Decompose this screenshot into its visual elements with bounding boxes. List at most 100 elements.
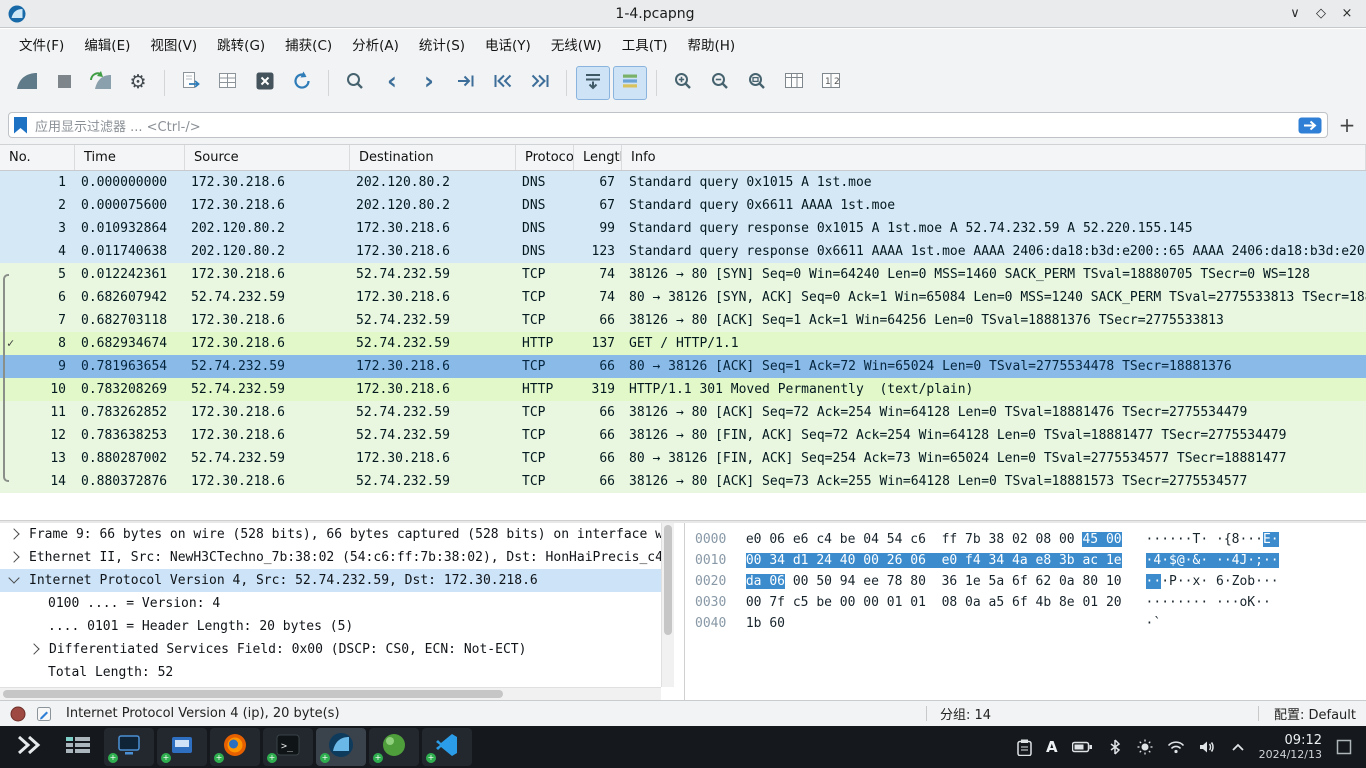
taskbar-app-file-manager[interactable]: + bbox=[157, 728, 207, 766]
detail-line[interactable]: .... 0101 = Header Length: 20 bytes (5) bbox=[0, 615, 674, 638]
zoom-in-button[interactable] bbox=[666, 66, 700, 100]
detail-line[interactable]: Differentiated Services Field: 0x00 (DSC… bbox=[0, 638, 674, 661]
expander-icon[interactable] bbox=[8, 572, 19, 583]
go-to-packet-button[interactable] bbox=[449, 66, 483, 100]
packet-row[interactable]: 80.682934674172.30.218.652.74.232.59HTTP… bbox=[0, 332, 1366, 355]
maximize-button[interactable]: ◇ bbox=[1310, 4, 1332, 24]
filter-bookmark-icon[interactable] bbox=[14, 117, 27, 134]
restart-capture-button[interactable] bbox=[84, 66, 118, 100]
detail-line[interactable]: Internet Protocol Version 4, Src: 52.74.… bbox=[0, 569, 674, 592]
brightness-icon[interactable] bbox=[1137, 739, 1153, 755]
taskbar-app-remote-desktop[interactable]: + bbox=[104, 728, 154, 766]
menu-help[interactable]: 帮助(H) bbox=[678, 30, 744, 58]
hex-row[interactable]: 0000e0 06 e6 c4 be 04 54 c6 ff 7b 38 02 … bbox=[685, 529, 1366, 550]
expander-icon[interactable] bbox=[8, 551, 19, 562]
add-filter-button[interactable]: + bbox=[1336, 114, 1358, 136]
display-filter-input[interactable]: 应用显示过滤器 ... <Ctrl-/> bbox=[8, 112, 1328, 138]
details-vertical-scrollbar[interactable] bbox=[661, 523, 674, 687]
reload-file-button[interactable] bbox=[285, 66, 319, 100]
bluetooth-icon[interactable] bbox=[1107, 739, 1123, 755]
colorize-button[interactable] bbox=[613, 66, 647, 100]
menu-statistics[interactable]: 统计(S) bbox=[410, 30, 474, 58]
last-packet-button[interactable] bbox=[523, 66, 557, 100]
taskbar-clock[interactable]: 09:122024/12/13 bbox=[1259, 733, 1322, 762]
detail-line[interactable]: Ethernet II, Src: NewH3CTechno_7b:38:02 … bbox=[0, 546, 674, 569]
menu-wireless[interactable]: 无线(W) bbox=[542, 30, 611, 58]
detail-line[interactable]: 0100 .... = Version: 4 bbox=[0, 592, 674, 615]
menu-telephony[interactable]: 电话(Y) bbox=[476, 30, 540, 58]
auto-scroll-button[interactable] bbox=[576, 66, 610, 100]
column-header-destination[interactable]: Destination bbox=[350, 145, 516, 170]
column-header-source[interactable]: Source bbox=[185, 145, 350, 170]
packet-row[interactable]: 60.68260794252.74.232.59172.30.218.6TCP7… bbox=[0, 286, 1366, 309]
menu-edit[interactable]: 编辑(E) bbox=[75, 30, 139, 58]
hex-row[interactable]: 001000 34 d1 24 40 00 26 06 e0 f4 34 4a … bbox=[685, 550, 1366, 571]
close-file-button[interactable] bbox=[248, 66, 282, 100]
apply-filter-button[interactable] bbox=[1298, 117, 1322, 134]
detail-line[interactable]: Total Length: 52 bbox=[0, 661, 674, 684]
menu-go[interactable]: 跳转(G) bbox=[208, 30, 274, 58]
wifi-icon[interactable] bbox=[1167, 740, 1185, 754]
packet-row[interactable]: 50.012242361172.30.218.652.74.232.59TCP7… bbox=[0, 263, 1366, 286]
menu-capture[interactable]: 捕获(C) bbox=[276, 30, 341, 58]
packet-row[interactable]: 30.010932864202.120.80.2172.30.218.6DNS9… bbox=[0, 217, 1366, 240]
taskbar-app-terminal[interactable]: >_+ bbox=[263, 728, 313, 766]
stop-capture-button[interactable] bbox=[47, 66, 81, 100]
menu-analyze[interactable]: 分析(A) bbox=[343, 30, 408, 58]
detail-line[interactable]: Frame 9: 66 bytes on wire (528 bits), 66… bbox=[0, 523, 674, 546]
details-horizontal-scrollbar[interactable] bbox=[0, 687, 661, 700]
capture-options-button[interactable]: ⚙ bbox=[121, 66, 155, 100]
taskbar-app-wireshark[interactable]: + bbox=[316, 728, 366, 766]
status-profile[interactable]: 配置: Default bbox=[1274, 704, 1356, 723]
first-packet-button[interactable] bbox=[486, 66, 520, 100]
packet-row[interactable]: 70.682703118172.30.218.652.74.232.59TCP6… bbox=[0, 309, 1366, 332]
column-header-info[interactable]: Info bbox=[622, 145, 1366, 170]
zoom-reset-button[interactable] bbox=[740, 66, 774, 100]
packet-row[interactable]: 90.78196365452.74.232.59172.30.218.6TCP6… bbox=[0, 355, 1366, 378]
packet-row[interactable]: 140.880372876172.30.218.652.74.232.59TCP… bbox=[0, 470, 1366, 493]
resize-1-2-button[interactable]: 12 bbox=[814, 66, 848, 100]
column-header-no[interactable]: No. bbox=[0, 145, 75, 170]
packet-row[interactable]: 10.000000000172.30.218.6202.120.80.2DNS6… bbox=[0, 171, 1366, 194]
packet-row[interactable]: 130.88028700252.74.232.59172.30.218.6TCP… bbox=[0, 447, 1366, 470]
column-header-length[interactable]: Length bbox=[574, 145, 622, 170]
hex-row[interactable]: 0020da 06 00 50 94 ee 78 80 36 1e 5a 6f … bbox=[685, 571, 1366, 592]
tray-expander-icon[interactable] bbox=[1231, 743, 1245, 752]
packet-row[interactable]: 100.78320826952.74.232.59172.30.218.6HTT… bbox=[0, 378, 1366, 401]
packet-row[interactable]: 120.783638253172.30.218.652.74.232.59TCP… bbox=[0, 424, 1366, 447]
input-method-icon[interactable]: A bbox=[1046, 738, 1058, 756]
task-switcher-button[interactable] bbox=[55, 728, 101, 766]
scrollbar-thumb[interactable] bbox=[664, 525, 672, 635]
go-forward-button[interactable]: › bbox=[412, 66, 446, 100]
zoom-out-button[interactable] bbox=[703, 66, 737, 100]
resize-columns-button[interactable] bbox=[777, 66, 811, 100]
battery-icon[interactable] bbox=[1072, 741, 1093, 753]
clipboard-icon[interactable] bbox=[1017, 739, 1032, 756]
packet-row[interactable]: 20.000075600172.30.218.6202.120.80.2DNS6… bbox=[0, 194, 1366, 217]
taskbar-app-firefox[interactable]: + bbox=[210, 728, 260, 766]
hex-row[interactable]: 00401b 60 ·` bbox=[685, 613, 1366, 634]
volume-icon[interactable] bbox=[1199, 740, 1217, 754]
start-capture-button[interactable] bbox=[10, 66, 44, 100]
menu-tools[interactable]: 工具(T) bbox=[613, 30, 677, 58]
taskbar-app-software-center[interactable]: + bbox=[369, 728, 419, 766]
packet-row[interactable]: 40.011740638202.120.80.2172.30.218.6DNS1… bbox=[0, 240, 1366, 263]
save-file-button[interactable] bbox=[211, 66, 245, 100]
column-header-time[interactable]: Time bbox=[75, 145, 185, 170]
close-button[interactable]: × bbox=[1336, 4, 1358, 24]
column-header-protocol[interactable]: Protocol bbox=[516, 145, 574, 170]
hex-row[interactable]: 003000 7f c5 be 00 00 01 01 08 0a a5 6f … bbox=[685, 592, 1366, 613]
menu-file[interactable]: 文件(F) bbox=[10, 30, 73, 58]
show-desktop-button[interactable] bbox=[1336, 739, 1352, 755]
scrollbar-thumb[interactable] bbox=[3, 690, 503, 698]
taskbar-app-code-editor[interactable]: + bbox=[422, 728, 472, 766]
menu-view[interactable]: 视图(V) bbox=[141, 30, 206, 58]
expert-info-icon[interactable] bbox=[10, 706, 26, 722]
go-back-button[interactable]: ‹ bbox=[375, 66, 409, 100]
packet-row[interactable]: 110.783262852172.30.218.652.74.232.59TCP… bbox=[0, 401, 1366, 424]
capture-comment-icon[interactable] bbox=[36, 706, 52, 722]
app-launcher-button[interactable] bbox=[6, 728, 52, 766]
expander-icon[interactable] bbox=[8, 528, 19, 539]
find-packet-button[interactable] bbox=[338, 66, 372, 100]
expander-icon[interactable] bbox=[28, 643, 39, 654]
